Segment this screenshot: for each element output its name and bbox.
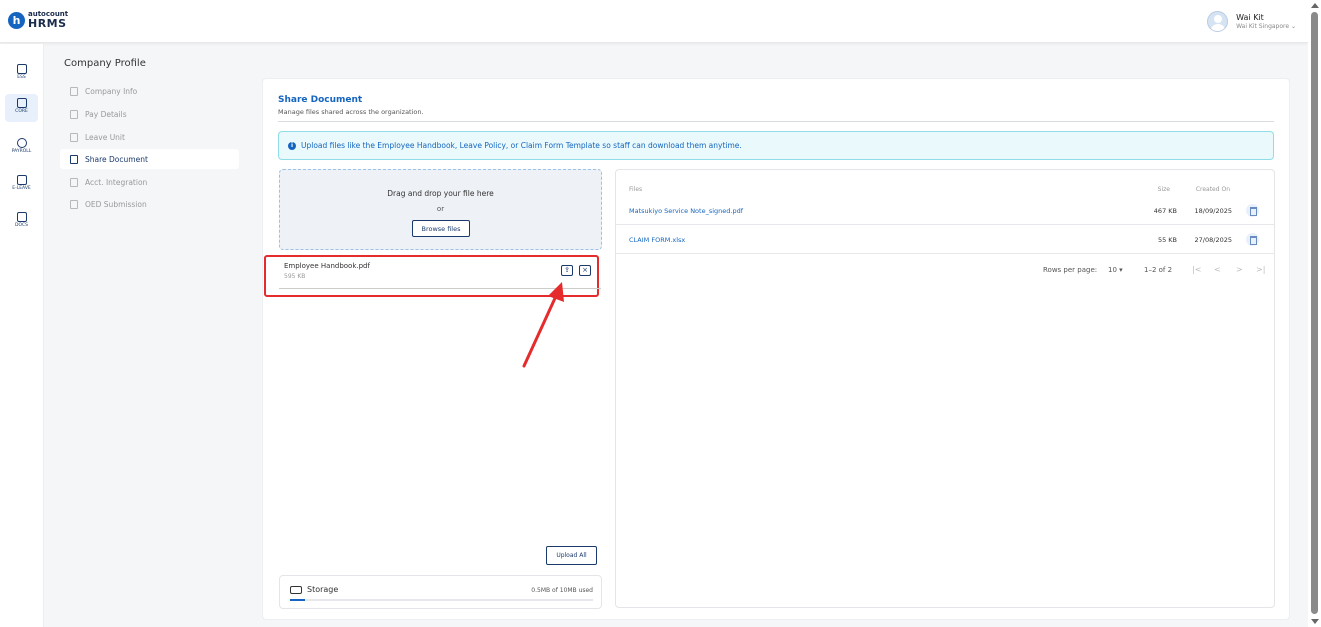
pagination-range: 1–2 of 2 (1144, 266, 1173, 274)
rail-label: E-LEAVE (12, 186, 31, 191)
table-row: Matsukiyo Service Note_signed.pdf 467 KB… (616, 196, 1274, 225)
subnav-item-acct-integration[interactable]: Acct. Integration (60, 172, 239, 192)
rail-label: PAYROLL (11, 149, 32, 154)
dollar-icon (16, 138, 27, 148)
storage-used-text: 0.5MB of 10MB used (531, 587, 593, 594)
delete-file-button[interactable] (1246, 233, 1259, 246)
delete-file-button[interactable] (1246, 204, 1259, 217)
info-banner: i Upload files like the Employee Handboo… (278, 131, 1274, 160)
user-name: Wai Kit (1236, 13, 1264, 23)
remove-file-button[interactable]: × (579, 265, 591, 276)
dropzone-text: Drag and drop your file here (387, 189, 494, 198)
dropzone-or: or (436, 205, 445, 213)
subnav-item-leave-unit[interactable]: Leave Unit (60, 127, 239, 147)
subnav-item-label: Company Info (85, 86, 138, 96)
file-created-date: 18/09/2025 (1194, 207, 1232, 215)
last-page-icon[interactable]: >| (1256, 265, 1265, 274)
subnav-item-label: Acct. Integration (85, 177, 148, 187)
page-title: Share Document (278, 95, 363, 105)
file-size: 467 KB (1153, 207, 1177, 215)
upload-file-button[interactable]: ⇪ (561, 265, 573, 276)
subnav-item-label: Pay Details (85, 109, 127, 119)
cube-icon (16, 98, 27, 108)
document-icon (16, 212, 27, 222)
rows-per-page-select[interactable]: 10 ▾ (1108, 266, 1123, 274)
subnav-item-label: Share Document (85, 154, 148, 164)
subnav-item-label: OED Submission (85, 199, 147, 209)
rail-item-ess[interactable]: ESS (5, 60, 38, 88)
pay-icon (70, 109, 78, 119)
rail-item-payroll[interactable]: PAYROLL (5, 134, 38, 162)
module-rail: ESS CORE PAYROLL E-LEAVE DOCS (0, 44, 44, 627)
files-table: Files Size Created On Matsukiyo Service … (615, 169, 1275, 608)
storage-icon (290, 586, 302, 594)
ess-icon (16, 64, 27, 74)
prev-page-icon[interactable]: < (1214, 265, 1221, 274)
storage-progress-fill (290, 599, 306, 601)
column-header-size[interactable]: Size (1158, 186, 1170, 193)
rail-item-core[interactable]: CORE (5, 94, 38, 122)
rail-label: ESS (17, 75, 26, 80)
app-logo[interactable]: h autocount HRMS (8, 11, 68, 29)
pending-file-size: 595 KB (284, 273, 306, 280)
next-page-icon[interactable]: > (1236, 265, 1243, 274)
close-icon: × (582, 266, 588, 274)
user-menu[interactable]: Wai Kit Wai Kit Singapore ⌄ (1207, 11, 1296, 32)
browse-files-button[interactable]: Browse files (412, 220, 470, 237)
column-header-created[interactable]: Created On (1196, 186, 1230, 193)
subnav-item-oed-submission[interactable]: OED Submission (60, 194, 239, 214)
first-page-icon[interactable]: |< (1192, 265, 1201, 274)
caret-down-icon: ▾ (1119, 266, 1123, 274)
subnav-item-pay-details[interactable]: Pay Details (60, 104, 239, 124)
subnav-item-company-info[interactable]: Company Info (60, 81, 239, 101)
info-icon: i (288, 141, 296, 150)
storage-label: Storage (307, 585, 339, 594)
top-header: h autocount HRMS Wai Kit Wai Kit Singapo… (0, 0, 1308, 43)
rail-label: CORE (15, 109, 28, 114)
storage-panel: Storage 0.5MB of 10MB used (279, 575, 602, 609)
pending-file-name: Employee Handbook.pdf (284, 262, 370, 270)
rows-per-page-label: Rows per page: (1043, 266, 1098, 274)
table-row: CLAIM FORM.xlsx 55 KB 27/08/2025 (616, 225, 1274, 254)
subnav-item-label: Leave Unit (85, 132, 125, 142)
info-banner-text: Upload files like the Employee Handbook,… (301, 141, 742, 150)
company-profile-nav: Company Profile Company Info Pay Details… (44, 44, 245, 627)
rail-item-docs[interactable]: DOCS (5, 208, 38, 236)
page-subtitle: Manage files shared across the organizat… (278, 108, 424, 116)
scroll-up-icon[interactable] (1311, 3, 1319, 8)
share-document-icon (70, 154, 78, 164)
file-created-date: 27/08/2025 (1194, 236, 1232, 244)
divider (278, 121, 1274, 122)
logo-mark: h (8, 11, 25, 29)
building-icon (70, 86, 78, 96)
calendar-icon (16, 175, 27, 185)
subnav-item-share-document[interactable]: Share Document (60, 149, 239, 169)
file-link[interactable]: CLAIM FORM.xlsx (629, 236, 685, 244)
integration-icon (70, 177, 78, 187)
upload-all-button[interactable]: Upload All (546, 546, 597, 565)
annotation-arrow (522, 282, 564, 368)
calendar-icon (70, 132, 78, 142)
rail-item-e-leave[interactable]: E-LEAVE (5, 171, 38, 199)
user-company[interactable]: Wai Kit Singapore ⌄ (1236, 23, 1296, 30)
logo-brand-big: HRMS (28, 17, 67, 30)
scroll-down-icon[interactable] (1311, 619, 1319, 624)
submission-icon (70, 199, 78, 209)
scrollbar-thumb[interactable] (1311, 12, 1318, 614)
rows-per-page-value: 10 (1108, 266, 1117, 274)
file-dropzone[interactable]: Drag and drop your file here or Browse f… (279, 169, 602, 250)
file-link[interactable]: Matsukiyo Service Note_signed.pdf (629, 207, 743, 215)
page-scrollbar[interactable] (1308, 0, 1321, 627)
rail-label: DOCS (14, 223, 28, 228)
column-header-files[interactable]: Files (629, 186, 642, 193)
file-size: 55 KB (1157, 236, 1177, 244)
storage-progress-track (290, 599, 593, 601)
subnav-title: Company Profile (64, 58, 146, 69)
share-document-card: Share Document Manage files shared acros… (262, 78, 1290, 620)
avatar[interactable] (1207, 11, 1229, 32)
upload-icon: ⇪ (564, 266, 570, 274)
